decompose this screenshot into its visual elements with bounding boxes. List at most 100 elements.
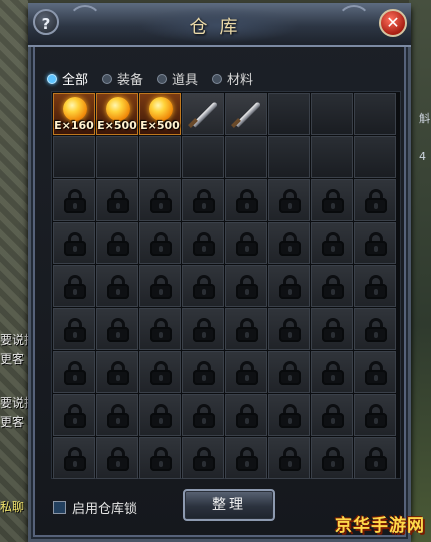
inventory-slot-locked[interactable] <box>53 222 95 264</box>
inventory-slot-empty[interactable] <box>354 93 396 135</box>
inventory-slot-locked[interactable] <box>225 308 267 350</box>
inventory-slot-locked[interactable] <box>354 179 396 221</box>
inventory-slot-locked[interactable] <box>225 394 267 436</box>
lock-icon <box>322 189 344 213</box>
lock-icon <box>322 275 344 299</box>
inventory-slot-empty[interactable] <box>268 136 310 178</box>
inventory-slot-locked[interactable] <box>354 265 396 307</box>
inventory-slot-locked[interactable] <box>225 179 267 221</box>
inventory-slot-locked[interactable] <box>225 222 267 264</box>
inventory-slot-locked[interactable] <box>225 265 267 307</box>
lock-icon <box>150 404 172 428</box>
inventory-slot-locked[interactable] <box>354 394 396 436</box>
site-watermark: 京华手游网 <box>335 516 425 536</box>
inventory-slot-exp-orb[interactable]: E×500 <box>96 93 138 135</box>
inventory-slot-locked[interactable] <box>311 179 353 221</box>
inventory-slot-locked[interactable] <box>354 308 396 350</box>
lock-icon <box>322 361 344 385</box>
inventory-slot-locked[interactable] <box>53 351 95 393</box>
inventory-slot-locked[interactable] <box>268 308 310 350</box>
inventory-slot-locked[interactable] <box>96 179 138 221</box>
tab-all[interactable]: 全部 <box>47 69 88 88</box>
exp-orb-icon <box>149 97 173 121</box>
inventory-slot-locked[interactable] <box>139 437 181 479</box>
checkbox[interactable] <box>53 501 66 514</box>
inventory-slot-locked[interactable] <box>354 437 396 479</box>
inventory-slot-locked[interactable] <box>268 437 310 479</box>
help-button[interactable]: ? <box>33 9 59 35</box>
inventory-slot-locked[interactable] <box>139 265 181 307</box>
inventory-slot-locked[interactable] <box>311 222 353 264</box>
inventory-slot-locked[interactable] <box>96 308 138 350</box>
lock-icon <box>365 232 387 256</box>
radio-dot-icon <box>212 73 223 84</box>
inventory-slot-locked[interactable] <box>53 265 95 307</box>
inventory-slot-locked[interactable] <box>268 394 310 436</box>
inventory-slot-empty[interactable] <box>96 136 138 178</box>
inventory-slot-locked[interactable] <box>96 437 138 479</box>
warehouse-lock-toggle[interactable]: 启用仓库锁 <box>53 498 137 517</box>
lock-icon <box>150 189 172 213</box>
inventory-slot-locked[interactable] <box>139 394 181 436</box>
inventory-slot-locked[interactable] <box>311 351 353 393</box>
inventory-slot-locked[interactable] <box>96 351 138 393</box>
inventory-slot-empty[interactable] <box>311 93 353 135</box>
inventory-slot-locked[interactable] <box>311 308 353 350</box>
lock-icon <box>365 361 387 385</box>
inventory-slot-locked[interactable] <box>354 351 396 393</box>
inventory-slot-blade[interactable] <box>225 93 267 135</box>
chat-fragment: 私聊 <box>0 500 25 514</box>
inventory-slot-locked[interactable] <box>311 265 353 307</box>
inventory-slot-empty[interactable] <box>354 136 396 178</box>
inventory-slot-locked[interactable] <box>182 394 224 436</box>
inventory-slot-locked[interactable] <box>182 179 224 221</box>
inventory-slot-locked[interactable] <box>53 179 95 221</box>
inventory-slot-locked[interactable] <box>96 265 138 307</box>
inventory-slot-locked[interactable] <box>225 351 267 393</box>
inventory-slot-exp-orb[interactable]: E×500 <box>139 93 181 135</box>
inventory-slot-locked[interactable] <box>139 222 181 264</box>
inventory-slot-empty[interactable] <box>268 93 310 135</box>
inventory-slot-locked[interactable] <box>53 308 95 350</box>
sort-button[interactable]: 整理 <box>183 489 275 521</box>
inventory-slot-empty[interactable] <box>182 136 224 178</box>
chat-fragment: 更客 <box>0 415 25 429</box>
inventory-slot-empty[interactable] <box>225 136 267 178</box>
inventory-slot-empty[interactable] <box>311 136 353 178</box>
warehouse-window: 仓库 ? ✕ 全部 装备 道具 材料 E×160 E×500 E×500 启用仓库锁… <box>28 3 411 542</box>
inventory-slot-locked[interactable] <box>311 394 353 436</box>
tab-materials[interactable]: 材料 <box>212 69 253 88</box>
inventory-slot-locked[interactable] <box>96 394 138 436</box>
title-bar[interactable]: 仓库 ? ✕ <box>28 3 411 47</box>
lock-icon <box>193 447 215 471</box>
inventory-slot-locked[interactable] <box>53 437 95 479</box>
tab-label: 全部 <box>62 73 89 88</box>
inventory-slot-empty[interactable] <box>139 136 181 178</box>
lock-icon <box>193 275 215 299</box>
inventory-slot-locked[interactable] <box>182 437 224 479</box>
lock-icon <box>150 447 172 471</box>
inventory-slot-exp-orb[interactable]: E×160 <box>53 93 95 135</box>
tab-props[interactable]: 道具 <box>157 69 198 88</box>
inventory-slot-locked[interactable] <box>268 179 310 221</box>
inventory-slot-locked[interactable] <box>182 351 224 393</box>
lock-icon <box>150 232 172 256</box>
inventory-slot-locked[interactable] <box>139 179 181 221</box>
tab-equipment[interactable]: 装备 <box>102 69 143 88</box>
close-button[interactable]: ✕ <box>379 9 407 37</box>
inventory-slot-locked[interactable] <box>139 351 181 393</box>
inventory-slot-blade[interactable] <box>182 93 224 135</box>
inventory-slot-locked[interactable] <box>96 222 138 264</box>
inventory-slot-locked[interactable] <box>268 265 310 307</box>
inventory-slot-locked[interactable] <box>311 437 353 479</box>
inventory-slot-locked[interactable] <box>225 437 267 479</box>
inventory-slot-locked[interactable] <box>53 394 95 436</box>
inventory-slot-locked[interactable] <box>139 308 181 350</box>
inventory-slot-locked[interactable] <box>268 222 310 264</box>
inventory-slot-locked[interactable] <box>354 222 396 264</box>
inventory-slot-locked[interactable] <box>268 351 310 393</box>
inventory-slot-locked[interactable] <box>182 265 224 307</box>
inventory-slot-locked[interactable] <box>182 308 224 350</box>
inventory-slot-empty[interactable] <box>53 136 95 178</box>
inventory-slot-locked[interactable] <box>182 222 224 264</box>
